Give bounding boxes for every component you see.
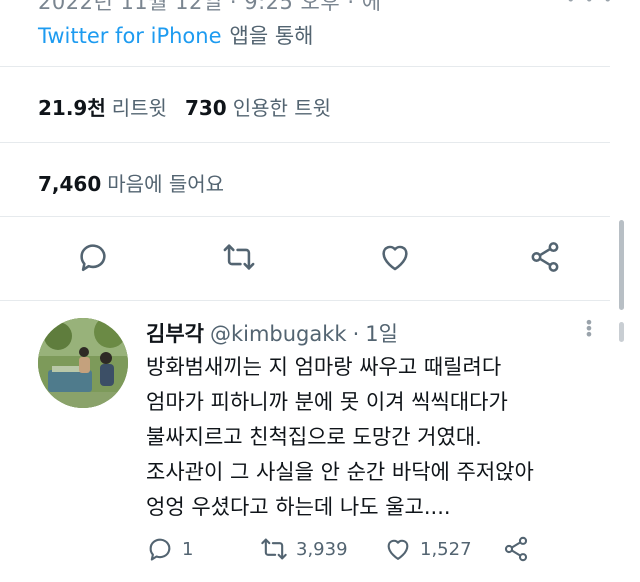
- retweet-icon: [261, 538, 287, 560]
- reply-icon[interactable]: [76, 240, 110, 274]
- avatar[interactable]: [38, 318, 128, 408]
- retweet-count: 3,939: [296, 538, 348, 560]
- retweet-quote-stats: 21.9천 리트윗 730 인용한 트윗: [38, 92, 331, 121]
- quotes-label: 인용한 트윗: [232, 96, 332, 120]
- reply-text: 방화범새끼는 지 엄마랑 싸우고 때릴려다 엄마가 피하니까 분에 못 이겨 씩…: [146, 350, 606, 525]
- retweets-count: 21.9천: [38, 96, 106, 120]
- tweet-source: Twitter for iPhone 앱을 통해: [38, 20, 313, 50]
- retweets-label: 리트윗: [111, 96, 167, 120]
- reply-header: 김부각 @kimbugakk · 1일: [146, 318, 398, 348]
- reply-reply-button[interactable]: 1: [146, 532, 193, 566]
- reply-text-line: 조사관이 그 사실을 안 순간 바닥에 주저앉아: [146, 460, 534, 484]
- reply-display-name[interactable]: 김부각: [146, 322, 204, 346]
- scrollbar-thumb[interactable]: [619, 220, 624, 310]
- time-separator: ·: [352, 322, 360, 346]
- source-suffix: 앱을 통해: [229, 24, 314, 48]
- reply-more-options-icon[interactable]: • • •: [584, 315, 594, 343]
- reply-handle[interactable]: @kimbugakk: [210, 322, 347, 346]
- share-icon[interactable]: [528, 240, 562, 274]
- scrollbar[interactable]: [616, 210, 626, 320]
- quotes-stat[interactable]: 730 인용한 트윗: [185, 96, 331, 120]
- reply-text-line: 방화범새끼는 지 엄마랑 싸우고 때릴려다: [146, 355, 502, 379]
- like-count: 1,527: [420, 538, 472, 560]
- reply-like-button[interactable]: 1,527: [384, 532, 472, 566]
- reply-text-line: 엉엉 우셨다고 하는데 나도 울고....: [146, 495, 451, 519]
- likes-label: 마음에 들어요: [107, 172, 225, 196]
- timestamp-text: 2022년 11월 12일 · 9:25 오후 · 에: [38, 0, 382, 14]
- reply-retweet-button[interactable]: 3,939: [260, 532, 348, 566]
- tweet-action-bar: [0, 236, 610, 280]
- scrollbar-thumb[interactable]: [619, 322, 624, 342]
- share-icon: [504, 536, 528, 562]
- divider: [0, 216, 610, 217]
- reply-share-button[interactable]: [502, 532, 530, 566]
- reply-time[interactable]: 1일: [365, 322, 398, 346]
- like-icon: [387, 539, 409, 560]
- reply-count: 1: [182, 538, 194, 560]
- divider: [0, 300, 610, 301]
- like-icon[interactable]: [378, 240, 412, 274]
- reply-icon: [149, 538, 171, 561]
- scrollbar-secondary[interactable]: [616, 318, 626, 358]
- more-options-icon[interactable]: • • •: [566, 0, 614, 9]
- reply-text-line: 엄마가 피하니까 분에 못 이겨 씩씩대다가: [146, 390, 508, 414]
- divider: [0, 66, 610, 67]
- likes-stat[interactable]: 7,460 마음에 들어요: [38, 168, 224, 197]
- quotes-count: 730: [184, 96, 227, 120]
- likes-count: 7,460: [38, 172, 102, 196]
- retweets-stat[interactable]: 21.9천 리트윗: [38, 96, 167, 120]
- divider: [0, 142, 610, 143]
- source-app-link[interactable]: Twitter for iPhone: [38, 24, 222, 48]
- tweet-timestamp-cutoff: 2022년 11월 12일 · 9:25 오후 · 에 • • •: [38, 0, 612, 14]
- reply-text-line: 불싸지르고 친척집으로 도망간 거였대.: [146, 425, 482, 449]
- reply-action-bar: 1 3,939 1,527: [146, 532, 606, 568]
- retweet-icon[interactable]: [222, 240, 256, 274]
